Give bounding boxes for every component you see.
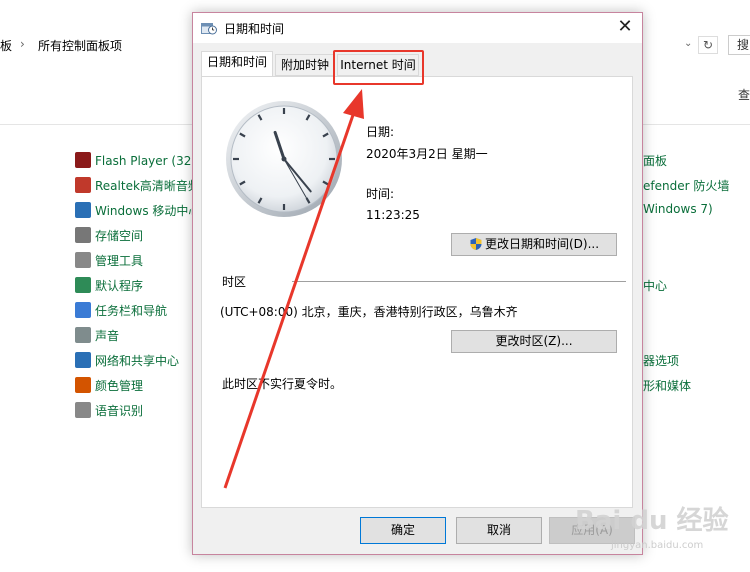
watermark-text: Bai du 经验 <box>575 506 729 536</box>
watermark: Bai du 经验 jingyan.baidu.com <box>575 500 745 560</box>
screen: 板 › 所有控制面板项 ⌄ ↻ 搜 查 Flash Player (32 位 Re… <box>0 0 750 572</box>
tab-date-time[interactable]: 日期和时间 <box>201 51 273 76</box>
watermark-url: jingyan.baidu.com <box>611 540 704 551</box>
annotation-arrow <box>223 89 364 489</box>
